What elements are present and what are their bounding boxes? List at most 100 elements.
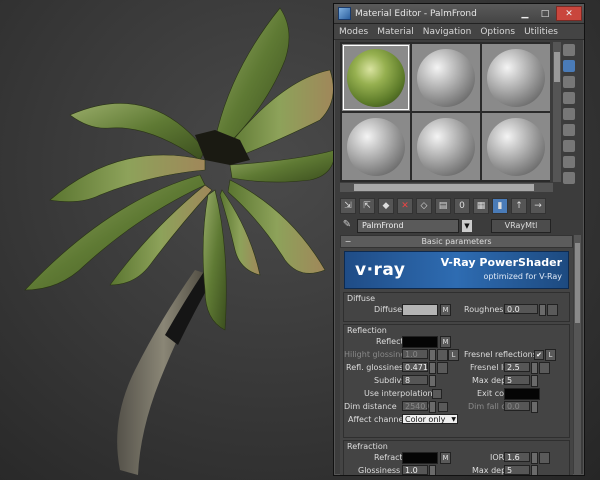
menu-utilities[interactable]: Utilities <box>524 27 558 37</box>
slots-vertical-scrollbar[interactable] <box>553 42 561 182</box>
reflect-map-button[interactable]: M <box>440 336 451 348</box>
refl-glossiness-spinner[interactable] <box>429 362 436 374</box>
ior-input[interactable]: 1.6 <box>504 452 530 462</box>
close-button[interactable]: ✕ <box>556 6 582 21</box>
refraction-glossiness-label: Glossiness <box>358 466 401 475</box>
refraction-glossiness-input[interactable]: 1.0 <box>402 465 428 475</box>
sample-type-icon[interactable] <box>563 44 575 56</box>
material-slot[interactable] <box>482 113 550 180</box>
backlight-icon[interactable] <box>563 60 575 72</box>
sphere-preview <box>487 117 545 176</box>
reset-map-icon[interactable]: ✕ <box>397 198 413 214</box>
fresnel-ior-spinner[interactable] <box>531 362 538 374</box>
refract-swatch[interactable] <box>402 452 438 464</box>
fresnel-ior-input[interactable]: 2.5 <box>504 362 530 372</box>
reflect-swatch[interactable] <box>402 336 438 348</box>
parameters-scrollbar[interactable] <box>574 235 581 475</box>
dim-fall-off-input[interactable]: 0.0 <box>504 401 530 411</box>
menu-material[interactable]: Material <box>377 27 414 37</box>
material-editor-window: Material Editor - PalmFrond ▁ □ ✕ Modes … <box>333 3 585 476</box>
dim-distance-label: Dim distance <box>344 402 397 411</box>
background-icon[interactable] <box>563 76 575 88</box>
put-to-scene-icon[interactable]: ⇱ <box>359 198 375 214</box>
eyedropper-icon[interactable]: ✎ <box>340 219 354 233</box>
exit-color-swatch[interactable] <box>504 388 540 400</box>
material-type-button[interactable]: VRayMtl <box>491 218 551 233</box>
minimize-button[interactable]: ▁ <box>516 7 534 20</box>
dim-distance-input[interactable]: 2540.0 <box>402 401 433 411</box>
refraction-max-depth-spinner[interactable] <box>531 465 538 475</box>
go-forward-sibling-icon[interactable]: → <box>530 198 546 214</box>
show-map-icon[interactable]: ▦ <box>473 198 489 214</box>
refl-glossiness-map-button[interactable] <box>437 362 448 374</box>
fresnel-reflections-checkbox[interactable]: ✔ <box>534 350 544 360</box>
refraction-max-depth-input[interactable]: 5 <box>504 465 530 475</box>
ior-map-button[interactable] <box>539 452 550 464</box>
material-map-navigator-icon[interactable] <box>563 172 575 184</box>
material-name-field[interactable]: PalmFrond <box>357 218 459 233</box>
max-depth-spinner[interactable] <box>531 375 538 387</box>
refraction-glossiness-spinner[interactable] <box>429 465 436 475</box>
put-to-library-icon[interactable]: ▤ <box>435 198 451 214</box>
options-icon[interactable] <box>563 140 575 152</box>
get-material-icon[interactable]: ⇲ <box>340 198 356 214</box>
dim-distance-checkbox[interactable] <box>438 402 448 412</box>
rollout-minus: − <box>344 237 352 246</box>
material-name-dropdown[interactable]: ▼ <box>462 219 472 232</box>
select-by-material-icon[interactable] <box>563 156 575 168</box>
roughness-input[interactable]: 0.0 <box>504 304 538 314</box>
affect-channels-label: Affect channels <box>348 415 410 424</box>
assign-to-selection-icon[interactable]: ◆ <box>378 198 394 214</box>
subdivs-spinner[interactable] <box>429 375 436 387</box>
material-name-row: ✎ PalmFrond ▼ VRayMtl <box>340 218 580 233</box>
menu-modes[interactable]: Modes <box>339 27 368 37</box>
diffuse-group-title: Diffuse <box>344 293 569 304</box>
menu-options[interactable]: Options <box>480 27 515 37</box>
refl-glossiness-input[interactable]: 0.471 <box>402 362 428 372</box>
diffuse-map-button[interactable]: M <box>440 304 451 316</box>
material-slot-palmfrond[interactable] <box>342 44 410 111</box>
go-to-parent-icon[interactable]: ↑ <box>511 198 527 214</box>
roughness-label: Roughness <box>464 305 508 314</box>
vray-banner: v·ray V-Ray PowerShader optimized for V-… <box>344 251 569 289</box>
hilight-spinner[interactable] <box>429 349 436 361</box>
slots-horizontal-scrollbar[interactable] <box>340 183 553 192</box>
material-slot[interactable] <box>412 44 480 111</box>
subdivs-input[interactable]: 8 <box>402 375 428 385</box>
menu-navigation[interactable]: Navigation <box>423 27 472 37</box>
max-depth-input[interactable]: 5 <box>504 375 530 385</box>
material-slot[interactable] <box>412 113 480 180</box>
hilight-map-button[interactable] <box>437 349 448 361</box>
sample-uv-tiling-icon[interactable] <box>563 92 575 104</box>
hilight-lock-button[interactable]: L <box>448 349 459 361</box>
make-preview-icon[interactable] <box>563 124 575 136</box>
dim-fall-off-spinner[interactable] <box>531 401 538 413</box>
video-color-check-icon[interactable] <box>563 108 575 120</box>
sphere-preview <box>347 117 405 176</box>
material-slots <box>340 42 550 182</box>
sphere-preview <box>417 117 475 176</box>
maximize-button[interactable]: □ <box>536 7 554 20</box>
show-end-result-icon[interactable]: ▮ <box>492 198 508 214</box>
material-slot[interactable] <box>342 113 410 180</box>
use-interpolation-checkbox[interactable] <box>432 389 442 399</box>
banner-subtitle: optimized for V-Ray <box>483 272 562 281</box>
diffuse-swatch[interactable] <box>402 304 438 316</box>
basic-parameters-rollout[interactable]: − Basic parameters <box>340 235 573 248</box>
roughness-map-button[interactable] <box>547 304 558 316</box>
fresnel-lock-button[interactable]: L <box>545 349 556 361</box>
roughness-spinner[interactable] <box>539 304 546 316</box>
material-slot[interactable] <box>482 44 550 111</box>
fresnel-ior-map-button[interactable] <box>539 362 550 374</box>
refraction-group-title: Refraction <box>344 441 569 452</box>
title-bar[interactable]: Material Editor - PalmFrond ▁ □ ✕ <box>334 4 584 24</box>
dim-distance-spinner[interactable] <box>429 401 436 413</box>
affect-channels-select[interactable]: Color only ▼ <box>402 414 458 424</box>
leaf-sphere-preview <box>347 48 405 107</box>
make-unique-icon[interactable]: ◇ <box>416 198 432 214</box>
banner-product: V-Ray PowerShader <box>440 256 562 269</box>
refract-map-button[interactable]: M <box>440 452 451 464</box>
hilight-glossiness-input[interactable]: 1.0 <box>402 349 428 359</box>
ior-spinner[interactable] <box>531 452 538 464</box>
material-id-channel-icon[interactable]: 0 <box>454 198 470 214</box>
